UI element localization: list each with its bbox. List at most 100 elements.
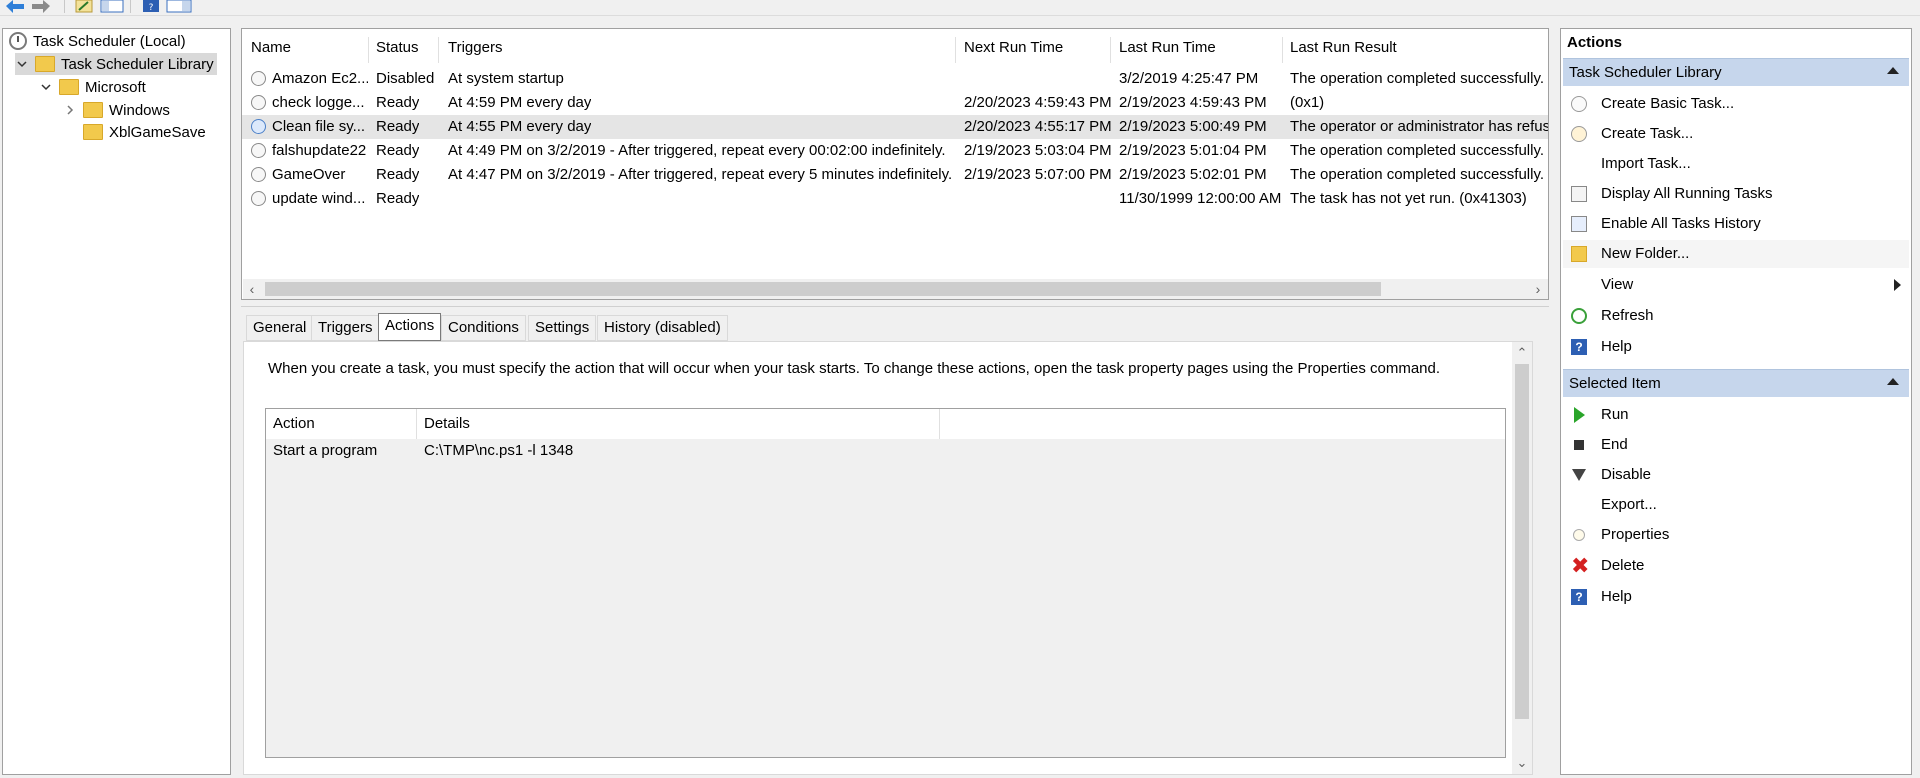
create-basic-task-action[interactable]: Create Basic Task... <box>1563 90 1909 118</box>
section-selected-item[interactable]: Selected Item <box>1563 369 1909 397</box>
view-action[interactable]: View <box>1563 271 1909 299</box>
column-header-name[interactable]: Name <box>251 39 291 61</box>
task-last-run: 11/30/1999 12:00:00 AM <box>1119 190 1282 207</box>
collapse-caret-icon[interactable] <box>1887 67 1899 74</box>
show-hide-console-tree-icon[interactable] <box>100 0 124 13</box>
column-separator[interactable] <box>939 409 940 439</box>
scrollbar-thumb[interactable] <box>265 282 1381 296</box>
action-label: Properties <box>1601 526 1670 543</box>
task-triggers: At 4:47 PM on 3/2/2019 - After triggered… <box>448 166 953 183</box>
table-row[interactable]: falshupdate22 Ready At 4:49 PM on 3/2/20… <box>242 139 1548 163</box>
column-header-action[interactable]: Action <box>273 415 315 432</box>
scroll-up-icon[interactable]: ⌃ <box>1515 345 1529 361</box>
scroll-down-icon[interactable]: ⌄ <box>1515 755 1529 771</box>
task-status: Ready <box>376 166 420 183</box>
task-last-result: The operation completed successfully. <box>1290 142 1545 159</box>
tab-triggers[interactable]: Triggers <box>311 315 380 341</box>
task-name: check logge... <box>272 94 365 111</box>
column-header-details[interactable]: Details <box>424 415 470 432</box>
display-running-tasks-action[interactable]: Display All Running Tasks <box>1563 180 1909 208</box>
column-separator[interactable] <box>1282 37 1283 63</box>
chevron-down-icon[interactable] <box>15 57 29 71</box>
task-status: Ready <box>376 142 420 159</box>
task-name: Clean file sy... <box>272 118 366 135</box>
export-action[interactable]: Export... <box>1563 491 1909 519</box>
toolbar-separator <box>130 0 131 13</box>
tree-item-task-scheduler-local[interactable]: Task Scheduler (Local) <box>9 30 186 52</box>
action-label: Display All Running Tasks <box>1601 185 1773 202</box>
column-separator[interactable] <box>955 37 956 63</box>
enable-tasks-history-action[interactable]: Enable All Tasks History <box>1563 210 1909 238</box>
scrollbar-thumb[interactable] <box>1515 364 1529 719</box>
run-icon <box>1574 407 1585 423</box>
chevron-down-icon[interactable] <box>39 80 53 94</box>
tree-item-microsoft[interactable]: Microsoft <box>39 76 146 98</box>
actions-pane: Actions Task Scheduler Library Create Ba… <box>1560 28 1912 775</box>
table-row[interactable]: Clean file sy... Ready At 4:55 PM every … <box>242 115 1548 139</box>
scroll-left-icon[interactable]: ‹ <box>245 281 259 297</box>
disable-action[interactable]: Disable <box>1563 461 1909 489</box>
tree-item-windows[interactable]: Windows <box>63 99 170 121</box>
scroll-right-icon[interactable]: › <box>1531 281 1545 297</box>
table-row[interactable]: update wind... Ready 11/30/1999 12:00:00… <box>242 187 1548 211</box>
tree-item-xblgamesave[interactable]: XblGameSave <box>83 121 206 143</box>
tab-conditions[interactable]: Conditions <box>441 315 526 341</box>
column-header-next-run-time[interactable]: Next Run Time <box>964 39 1063 61</box>
tab-actions[interactable]: Actions <box>378 313 442 341</box>
action-type: Start a program <box>273 442 378 459</box>
help-action[interactable]: ? Help <box>1563 333 1909 361</box>
column-separator[interactable] <box>416 409 417 439</box>
end-action[interactable]: End <box>1563 431 1909 459</box>
column-header-last-run-time[interactable]: Last Run Time <box>1119 39 1216 61</box>
help-action[interactable]: ? Help <box>1563 583 1909 611</box>
delete-action[interactable]: ✖ Delete <box>1563 552 1909 580</box>
show-hide-action-pane-icon[interactable] <box>166 0 192 13</box>
stop-icon <box>1574 440 1584 450</box>
help-book-icon[interactable]: ? <box>140 0 162 13</box>
clock-icon <box>9 32 27 50</box>
basic-task-icon <box>1571 96 1587 112</box>
import-task-action[interactable]: Import Task... <box>1563 150 1909 178</box>
tab-general[interactable]: General <box>246 315 314 341</box>
create-task-action[interactable]: Create Task... <box>1563 120 1909 148</box>
section-task-scheduler-library[interactable]: Task Scheduler Library <box>1563 58 1909 86</box>
tree-item-task-scheduler-library[interactable]: Task Scheduler Library <box>15 53 217 75</box>
task-last-result: The operator or administrator has refus <box>1290 118 1548 135</box>
tab-history[interactable]: History (disabled) <box>597 315 728 341</box>
column-header-triggers[interactable]: Triggers <box>448 39 502 61</box>
new-folder-action[interactable]: New Folder... <box>1563 240 1909 268</box>
column-separator[interactable] <box>438 37 439 63</box>
run-action[interactable]: Run <box>1563 401 1909 429</box>
task-icon <box>251 191 266 206</box>
actions-description: When you create a task, you must specify… <box>268 360 1441 377</box>
task-name: Amazon Ec2... <box>272 70 368 87</box>
task-next-run: 2/20/2023 4:55:17 PM <box>964 118 1112 135</box>
edit-icon[interactable] <box>74 0 94 13</box>
table-row[interactable]: check logge... Ready At 4:59 PM every da… <box>242 91 1548 115</box>
action-label: Disable <box>1601 466 1652 483</box>
table-row[interactable]: Start a program C:\TMP\nc.ps1 -l 1348 <box>266 439 1505 463</box>
refresh-action[interactable]: Refresh <box>1563 302 1909 330</box>
task-list: Name Status Triggers Next Run Time Last … <box>241 28 1549 300</box>
back-arrow-icon[interactable] <box>4 0 26 13</box>
column-separator[interactable] <box>368 37 369 63</box>
action-label: Enable All Tasks History <box>1601 215 1761 232</box>
horizontal-scrollbar[interactable]: ‹ › <box>243 279 1548 299</box>
task-name: GameOver <box>272 166 346 183</box>
forward-arrow-icon[interactable] <box>30 0 52 13</box>
table-row[interactable]: Amazon Ec2... Disabled At system startup… <box>242 67 1548 91</box>
vertical-scrollbar[interactable]: ⌃ ⌄ <box>1512 342 1532 774</box>
collapse-caret-icon[interactable] <box>1887 378 1899 385</box>
tab-settings[interactable]: Settings <box>528 315 597 341</box>
column-header-last-run-result[interactable]: Last Run Result <box>1290 39 1397 61</box>
action-label: Create Basic Task... <box>1601 95 1735 112</box>
task-next-run: 2/20/2023 4:59:43 PM <box>964 94 1112 111</box>
table-row[interactable]: GameOver Ready At 4:47 PM on 3/2/2019 - … <box>242 163 1548 187</box>
help-icon: ? <box>1571 589 1587 605</box>
column-separator[interactable] <box>1110 37 1111 63</box>
chevron-right-icon[interactable] <box>63 103 77 117</box>
task-icon <box>251 71 266 86</box>
task-last-result: The task has not yet run. (0x41303) <box>1290 190 1527 207</box>
column-header-status[interactable]: Status <box>376 39 419 61</box>
properties-action[interactable]: Properties <box>1563 521 1909 549</box>
